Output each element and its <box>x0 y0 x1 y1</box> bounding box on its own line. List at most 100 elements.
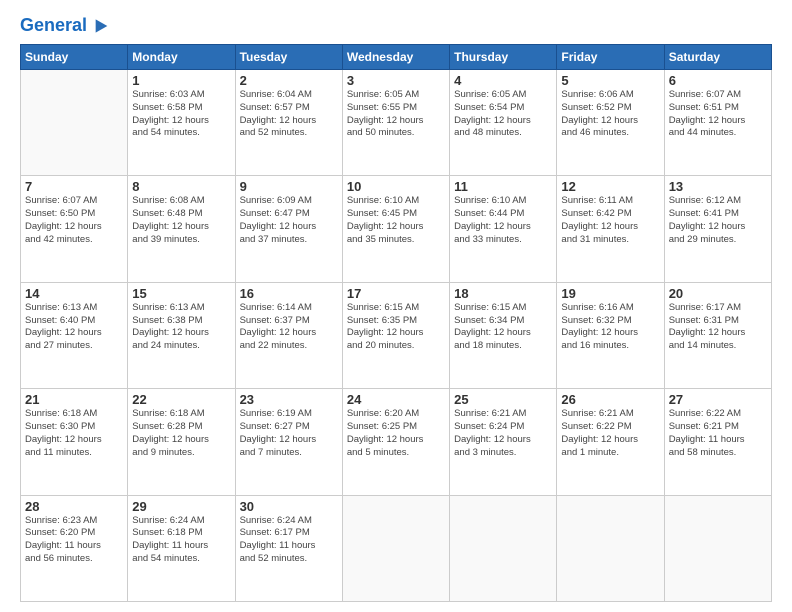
day-info: Sunrise: 6:13 AMSunset: 6:38 PMDaylight:… <box>132 302 230 353</box>
day-header-thursday: Thursday <box>450 45 557 70</box>
day-number: 1 <box>132 73 230 88</box>
day-info: Sunrise: 6:12 AMSunset: 6:41 PMDaylight:… <box>669 195 767 246</box>
day-header-monday: Monday <box>128 45 235 70</box>
calendar-cell: 13Sunrise: 6:12 AMSunset: 6:41 PMDayligh… <box>664 176 771 282</box>
day-info: Sunrise: 6:18 AMSunset: 6:30 PMDaylight:… <box>25 408 123 459</box>
day-number: 29 <box>132 499 230 514</box>
calendar-cell: 6Sunrise: 6:07 AMSunset: 6:51 PMDaylight… <box>664 70 771 176</box>
day-number: 4 <box>454 73 552 88</box>
day-header-saturday: Saturday <box>664 45 771 70</box>
calendar-cell: 22Sunrise: 6:18 AMSunset: 6:28 PMDayligh… <box>128 389 235 495</box>
calendar-cell: 4Sunrise: 6:05 AMSunset: 6:54 PMDaylight… <box>450 70 557 176</box>
day-number: 27 <box>669 392 767 407</box>
day-info: Sunrise: 6:06 AMSunset: 6:52 PMDaylight:… <box>561 89 659 140</box>
day-number: 10 <box>347 179 445 194</box>
day-number: 20 <box>669 286 767 301</box>
day-number: 28 <box>25 499 123 514</box>
day-info: Sunrise: 6:05 AMSunset: 6:55 PMDaylight:… <box>347 89 445 140</box>
day-number: 21 <box>25 392 123 407</box>
day-info: Sunrise: 6:04 AMSunset: 6:57 PMDaylight:… <box>240 89 338 140</box>
day-info: Sunrise: 6:18 AMSunset: 6:28 PMDaylight:… <box>132 408 230 459</box>
day-info: Sunrise: 6:19 AMSunset: 6:27 PMDaylight:… <box>240 408 338 459</box>
day-number: 9 <box>240 179 338 194</box>
day-number: 24 <box>347 392 445 407</box>
calendar-cell <box>342 495 449 601</box>
calendar-cell: 15Sunrise: 6:13 AMSunset: 6:38 PMDayligh… <box>128 282 235 388</box>
day-number: 18 <box>454 286 552 301</box>
day-number: 13 <box>669 179 767 194</box>
day-number: 30 <box>240 499 338 514</box>
calendar-cell: 8Sunrise: 6:08 AMSunset: 6:48 PMDaylight… <box>128 176 235 282</box>
calendar-cell: 28Sunrise: 6:23 AMSunset: 6:20 PMDayligh… <box>21 495 128 601</box>
week-row-4: 21Sunrise: 6:18 AMSunset: 6:30 PMDayligh… <box>21 389 772 495</box>
day-info: Sunrise: 6:17 AMSunset: 6:31 PMDaylight:… <box>669 302 767 353</box>
logo-icon <box>89 16 109 36</box>
calendar-cell: 27Sunrise: 6:22 AMSunset: 6:21 PMDayligh… <box>664 389 771 495</box>
calendar-cell: 18Sunrise: 6:15 AMSunset: 6:34 PMDayligh… <box>450 282 557 388</box>
calendar-cell: 25Sunrise: 6:21 AMSunset: 6:24 PMDayligh… <box>450 389 557 495</box>
day-number: 16 <box>240 286 338 301</box>
week-row-3: 14Sunrise: 6:13 AMSunset: 6:40 PMDayligh… <box>21 282 772 388</box>
header: General <box>20 16 772 36</box>
calendar-cell: 5Sunrise: 6:06 AMSunset: 6:52 PMDaylight… <box>557 70 664 176</box>
day-number: 19 <box>561 286 659 301</box>
calendar-cell: 1Sunrise: 6:03 AMSunset: 6:58 PMDaylight… <box>128 70 235 176</box>
week-row-5: 28Sunrise: 6:23 AMSunset: 6:20 PMDayligh… <box>21 495 772 601</box>
calendar-cell: 23Sunrise: 6:19 AMSunset: 6:27 PMDayligh… <box>235 389 342 495</box>
calendar-cell: 3Sunrise: 6:05 AMSunset: 6:55 PMDaylight… <box>342 70 449 176</box>
calendar-header-row: SundayMondayTuesdayWednesdayThursdayFrid… <box>21 45 772 70</box>
calendar-cell: 7Sunrise: 6:07 AMSunset: 6:50 PMDaylight… <box>21 176 128 282</box>
day-number: 8 <box>132 179 230 194</box>
day-number: 3 <box>347 73 445 88</box>
day-number: 22 <box>132 392 230 407</box>
calendar-cell: 9Sunrise: 6:09 AMSunset: 6:47 PMDaylight… <box>235 176 342 282</box>
logo-text: General <box>20 16 87 36</box>
day-info: Sunrise: 6:09 AMSunset: 6:47 PMDaylight:… <box>240 195 338 246</box>
calendar-cell: 14Sunrise: 6:13 AMSunset: 6:40 PMDayligh… <box>21 282 128 388</box>
calendar-table: SundayMondayTuesdayWednesdayThursdayFrid… <box>20 44 772 602</box>
calendar-cell: 2Sunrise: 6:04 AMSunset: 6:57 PMDaylight… <box>235 70 342 176</box>
day-header-tuesday: Tuesday <box>235 45 342 70</box>
day-info: Sunrise: 6:20 AMSunset: 6:25 PMDaylight:… <box>347 408 445 459</box>
day-number: 25 <box>454 392 552 407</box>
calendar-cell: 20Sunrise: 6:17 AMSunset: 6:31 PMDayligh… <box>664 282 771 388</box>
day-number: 11 <box>454 179 552 194</box>
calendar-cell: 30Sunrise: 6:24 AMSunset: 6:17 PMDayligh… <box>235 495 342 601</box>
day-info: Sunrise: 6:07 AMSunset: 6:50 PMDaylight:… <box>25 195 123 246</box>
day-header-wednesday: Wednesday <box>342 45 449 70</box>
calendar-cell: 11Sunrise: 6:10 AMSunset: 6:44 PMDayligh… <box>450 176 557 282</box>
day-info: Sunrise: 6:21 AMSunset: 6:24 PMDaylight:… <box>454 408 552 459</box>
day-info: Sunrise: 6:16 AMSunset: 6:32 PMDaylight:… <box>561 302 659 353</box>
day-info: Sunrise: 6:07 AMSunset: 6:51 PMDaylight:… <box>669 89 767 140</box>
day-info: Sunrise: 6:03 AMSunset: 6:58 PMDaylight:… <box>132 89 230 140</box>
day-info: Sunrise: 6:05 AMSunset: 6:54 PMDaylight:… <box>454 89 552 140</box>
day-info: Sunrise: 6:10 AMSunset: 6:45 PMDaylight:… <box>347 195 445 246</box>
day-number: 17 <box>347 286 445 301</box>
day-info: Sunrise: 6:13 AMSunset: 6:40 PMDaylight:… <box>25 302 123 353</box>
calendar-cell <box>664 495 771 601</box>
day-number: 5 <box>561 73 659 88</box>
day-info: Sunrise: 6:22 AMSunset: 6:21 PMDaylight:… <box>669 408 767 459</box>
calendar-cell: 26Sunrise: 6:21 AMSunset: 6:22 PMDayligh… <box>557 389 664 495</box>
day-number: 12 <box>561 179 659 194</box>
day-number: 15 <box>132 286 230 301</box>
day-number: 14 <box>25 286 123 301</box>
day-info: Sunrise: 6:24 AMSunset: 6:17 PMDaylight:… <box>240 515 338 566</box>
calendar-cell: 10Sunrise: 6:10 AMSunset: 6:45 PMDayligh… <box>342 176 449 282</box>
day-info: Sunrise: 6:08 AMSunset: 6:48 PMDaylight:… <box>132 195 230 246</box>
week-row-1: 1Sunrise: 6:03 AMSunset: 6:58 PMDaylight… <box>21 70 772 176</box>
day-number: 26 <box>561 392 659 407</box>
day-info: Sunrise: 6:23 AMSunset: 6:20 PMDaylight:… <box>25 515 123 566</box>
day-info: Sunrise: 6:10 AMSunset: 6:44 PMDaylight:… <box>454 195 552 246</box>
logo: General <box>20 16 109 36</box>
week-row-2: 7Sunrise: 6:07 AMSunset: 6:50 PMDaylight… <box>21 176 772 282</box>
calendar-cell: 21Sunrise: 6:18 AMSunset: 6:30 PMDayligh… <box>21 389 128 495</box>
day-info: Sunrise: 6:14 AMSunset: 6:37 PMDaylight:… <box>240 302 338 353</box>
day-info: Sunrise: 6:24 AMSunset: 6:18 PMDaylight:… <box>132 515 230 566</box>
day-number: 6 <box>669 73 767 88</box>
day-info: Sunrise: 6:11 AMSunset: 6:42 PMDaylight:… <box>561 195 659 246</box>
day-info: Sunrise: 6:15 AMSunset: 6:34 PMDaylight:… <box>454 302 552 353</box>
day-header-friday: Friday <box>557 45 664 70</box>
calendar-cell <box>557 495 664 601</box>
day-header-sunday: Sunday <box>21 45 128 70</box>
